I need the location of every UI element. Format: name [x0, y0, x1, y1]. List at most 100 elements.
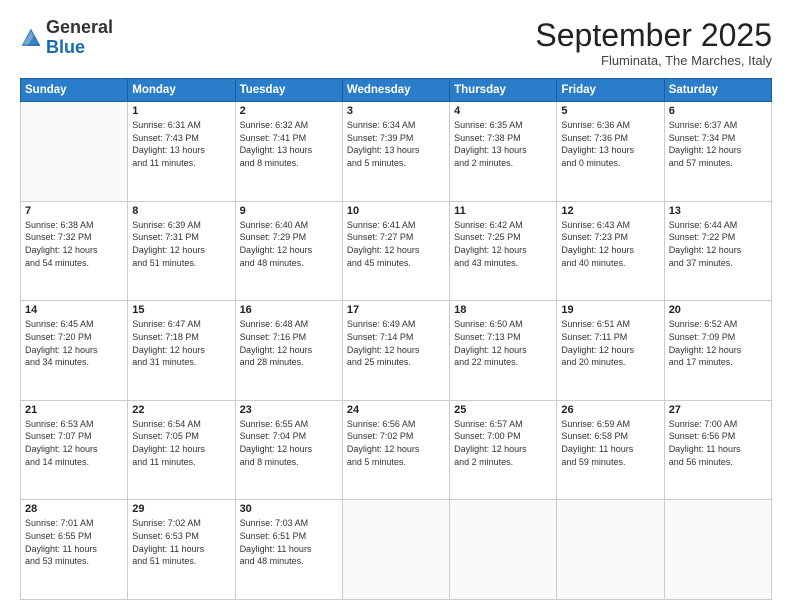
- day-number: 1: [132, 105, 230, 117]
- calendar-cell: 13 Sunrise: 6:44 AM Sunset: 7:22 PM Dayli…: [664, 201, 771, 301]
- day-number: 4: [454, 105, 552, 117]
- day-info: Sunrise: 6:54 AM Sunset: 7:05 PM Dayligh…: [132, 418, 230, 468]
- weekday-header-tuesday: Tuesday: [235, 79, 342, 102]
- weekday-header-wednesday: Wednesday: [342, 79, 449, 102]
- day-info: Sunrise: 6:51 AM Sunset: 7:11 PM Dayligh…: [561, 318, 659, 368]
- week-row-3: 14 Sunrise: 6:45 AM Sunset: 7:20 PM Dayli…: [21, 301, 772, 401]
- day-info: Sunrise: 6:49 AM Sunset: 7:14 PM Dayligh…: [347, 318, 445, 368]
- week-row-2: 7 Sunrise: 6:38 AM Sunset: 7:32 PM Daylig…: [21, 201, 772, 301]
- day-number: 13: [669, 205, 767, 217]
- day-info: Sunrise: 7:01 AM Sunset: 6:55 PM Dayligh…: [25, 517, 123, 567]
- day-number: 12: [561, 205, 659, 217]
- calendar-cell: [664, 500, 771, 600]
- calendar-cell: [557, 500, 664, 600]
- calendar-cell: 7 Sunrise: 6:38 AM Sunset: 7:32 PM Daylig…: [21, 201, 128, 301]
- title-block: September 2025 Fluminata, The Marches, I…: [535, 18, 772, 68]
- calendar-cell: 28 Sunrise: 7:01 AM Sunset: 6:55 PM Dayli…: [21, 500, 128, 600]
- day-info: Sunrise: 6:47 AM Sunset: 7:18 PM Dayligh…: [132, 318, 230, 368]
- header: General Blue September 2025 Fluminata, T…: [20, 18, 772, 68]
- calendar-cell: 25 Sunrise: 6:57 AM Sunset: 7:00 PM Dayli…: [450, 400, 557, 500]
- weekday-header-thursday: Thursday: [450, 79, 557, 102]
- day-info: Sunrise: 6:56 AM Sunset: 7:02 PM Dayligh…: [347, 418, 445, 468]
- day-number: 14: [25, 304, 123, 316]
- day-info: Sunrise: 6:35 AM Sunset: 7:38 PM Dayligh…: [454, 119, 552, 169]
- calendar-cell: 15Sunrise: 6:47 AM Sunset: 7:18 PM Dayli…: [128, 301, 235, 401]
- day-number: 20: [669, 304, 767, 316]
- location: Fluminata, The Marches, Italy: [535, 53, 772, 68]
- day-info: Sunrise: 7:03 AM Sunset: 6:51 PM Dayligh…: [240, 517, 338, 567]
- logo-blue: Blue: [46, 37, 85, 57]
- calendar-cell: [342, 500, 449, 600]
- day-number: 17: [347, 304, 445, 316]
- day-info: Sunrise: 6:32 AM Sunset: 7:41 PM Dayligh…: [240, 119, 338, 169]
- month-title: September 2025: [535, 18, 772, 53]
- calendar-cell: 1 Sunrise: 6:31 AM Sunset: 7:43 PM Daylig…: [128, 102, 235, 202]
- day-number: 19: [561, 304, 659, 316]
- calendar-cell: 22 Sunrise: 6:54 AM Sunset: 7:05 PM Dayli…: [128, 400, 235, 500]
- calendar-cell: 29Sunrise: 7:02 AM Sunset: 6:53 PM Dayli…: [128, 500, 235, 600]
- calendar-cell: 3Sunrise: 6:34 AM Sunset: 7:39 PM Daylig…: [342, 102, 449, 202]
- day-info: Sunrise: 6:50 AM Sunset: 7:13 PM Dayligh…: [454, 318, 552, 368]
- day-info: Sunrise: 6:59 AM Sunset: 6:58 PM Dayligh…: [561, 418, 659, 468]
- logo-text: General Blue: [46, 18, 113, 58]
- calendar-cell: 16Sunrise: 6:48 AM Sunset: 7:16 PM Dayli…: [235, 301, 342, 401]
- calendar-cell: 19 Sunrise: 6:51 AM Sunset: 7:11 PM Dayli…: [557, 301, 664, 401]
- calendar-cell: [450, 500, 557, 600]
- day-number: 10: [347, 205, 445, 217]
- day-info: Sunrise: 6:43 AM Sunset: 7:23 PM Dayligh…: [561, 219, 659, 269]
- calendar-cell: 17 Sunrise: 6:49 AM Sunset: 7:14 PM Dayli…: [342, 301, 449, 401]
- weekday-header-saturday: Saturday: [664, 79, 771, 102]
- week-row-4: 21 Sunrise: 6:53 AM Sunset: 7:07 PM Dayli…: [21, 400, 772, 500]
- calendar-cell: 21 Sunrise: 6:53 AM Sunset: 7:07 PM Dayli…: [21, 400, 128, 500]
- day-number: 27: [669, 404, 767, 416]
- day-number: 29: [132, 503, 230, 515]
- week-row-1: 1 Sunrise: 6:31 AM Sunset: 7:43 PM Daylig…: [21, 102, 772, 202]
- day-info: Sunrise: 6:40 AM Sunset: 7:29 PM Dayligh…: [240, 219, 338, 269]
- calendar-cell: 4 Sunrise: 6:35 AM Sunset: 7:38 PM Daylig…: [450, 102, 557, 202]
- calendar-cell: 10 Sunrise: 6:41 AM Sunset: 7:27 PM Dayli…: [342, 201, 449, 301]
- calendar-cell: 20Sunrise: 6:52 AM Sunset: 7:09 PM Dayli…: [664, 301, 771, 401]
- day-info: Sunrise: 6:39 AM Sunset: 7:31 PM Dayligh…: [132, 219, 230, 269]
- day-number: 16: [240, 304, 338, 316]
- day-number: 30: [240, 503, 338, 515]
- calendar-cell: 27Sunrise: 7:00 AM Sunset: 6:56 PM Dayli…: [664, 400, 771, 500]
- day-number: 7: [25, 205, 123, 217]
- calendar-cell: 5Sunrise: 6:36 AM Sunset: 7:36 PM Daylig…: [557, 102, 664, 202]
- calendar-cell: 8Sunrise: 6:39 AM Sunset: 7:31 PM Daylig…: [128, 201, 235, 301]
- day-info: Sunrise: 6:57 AM Sunset: 7:00 PM Dayligh…: [454, 418, 552, 468]
- day-info: Sunrise: 6:44 AM Sunset: 7:22 PM Dayligh…: [669, 219, 767, 269]
- weekday-header-monday: Monday: [128, 79, 235, 102]
- day-number: 11: [454, 205, 552, 217]
- day-info: Sunrise: 6:37 AM Sunset: 7:34 PM Dayligh…: [669, 119, 767, 169]
- day-number: 25: [454, 404, 552, 416]
- calendar-cell: 2 Sunrise: 6:32 AM Sunset: 7:41 PM Daylig…: [235, 102, 342, 202]
- day-number: 9: [240, 205, 338, 217]
- page: General Blue September 2025 Fluminata, T…: [0, 0, 792, 612]
- day-number: 23: [240, 404, 338, 416]
- day-info: Sunrise: 6:42 AM Sunset: 7:25 PM Dayligh…: [454, 219, 552, 269]
- day-info: Sunrise: 6:53 AM Sunset: 7:07 PM Dayligh…: [25, 418, 123, 468]
- calendar-cell: 9 Sunrise: 6:40 AM Sunset: 7:29 PM Daylig…: [235, 201, 342, 301]
- day-info: Sunrise: 6:34 AM Sunset: 7:39 PM Dayligh…: [347, 119, 445, 169]
- day-number: 24: [347, 404, 445, 416]
- day-number: 2: [240, 105, 338, 117]
- day-info: Sunrise: 6:45 AM Sunset: 7:20 PM Dayligh…: [25, 318, 123, 368]
- day-number: 18: [454, 304, 552, 316]
- day-info: Sunrise: 6:38 AM Sunset: 7:32 PM Dayligh…: [25, 219, 123, 269]
- calendar-cell: 11 Sunrise: 6:42 AM Sunset: 7:25 PM Dayli…: [450, 201, 557, 301]
- logo-general: General: [46, 17, 113, 37]
- day-number: 22: [132, 404, 230, 416]
- calendar-cell: 14 Sunrise: 6:45 AM Sunset: 7:20 PM Dayli…: [21, 301, 128, 401]
- day-number: 21: [25, 404, 123, 416]
- calendar-cell: 24 Sunrise: 6:56 AM Sunset: 7:02 PM Dayli…: [342, 400, 449, 500]
- day-info: Sunrise: 6:31 AM Sunset: 7:43 PM Dayligh…: [132, 119, 230, 169]
- logo-icon: [20, 27, 42, 49]
- calendar-cell: 30 Sunrise: 7:03 AM Sunset: 6:51 PM Dayli…: [235, 500, 342, 600]
- calendar-cell: 18 Sunrise: 6:50 AM Sunset: 7:13 PM Dayli…: [450, 301, 557, 401]
- day-number: 28: [25, 503, 123, 515]
- day-info: Sunrise: 6:36 AM Sunset: 7:36 PM Dayligh…: [561, 119, 659, 169]
- day-number: 26: [561, 404, 659, 416]
- calendar-cell: [21, 102, 128, 202]
- weekday-header-sunday: Sunday: [21, 79, 128, 102]
- day-info: Sunrise: 6:41 AM Sunset: 7:27 PM Dayligh…: [347, 219, 445, 269]
